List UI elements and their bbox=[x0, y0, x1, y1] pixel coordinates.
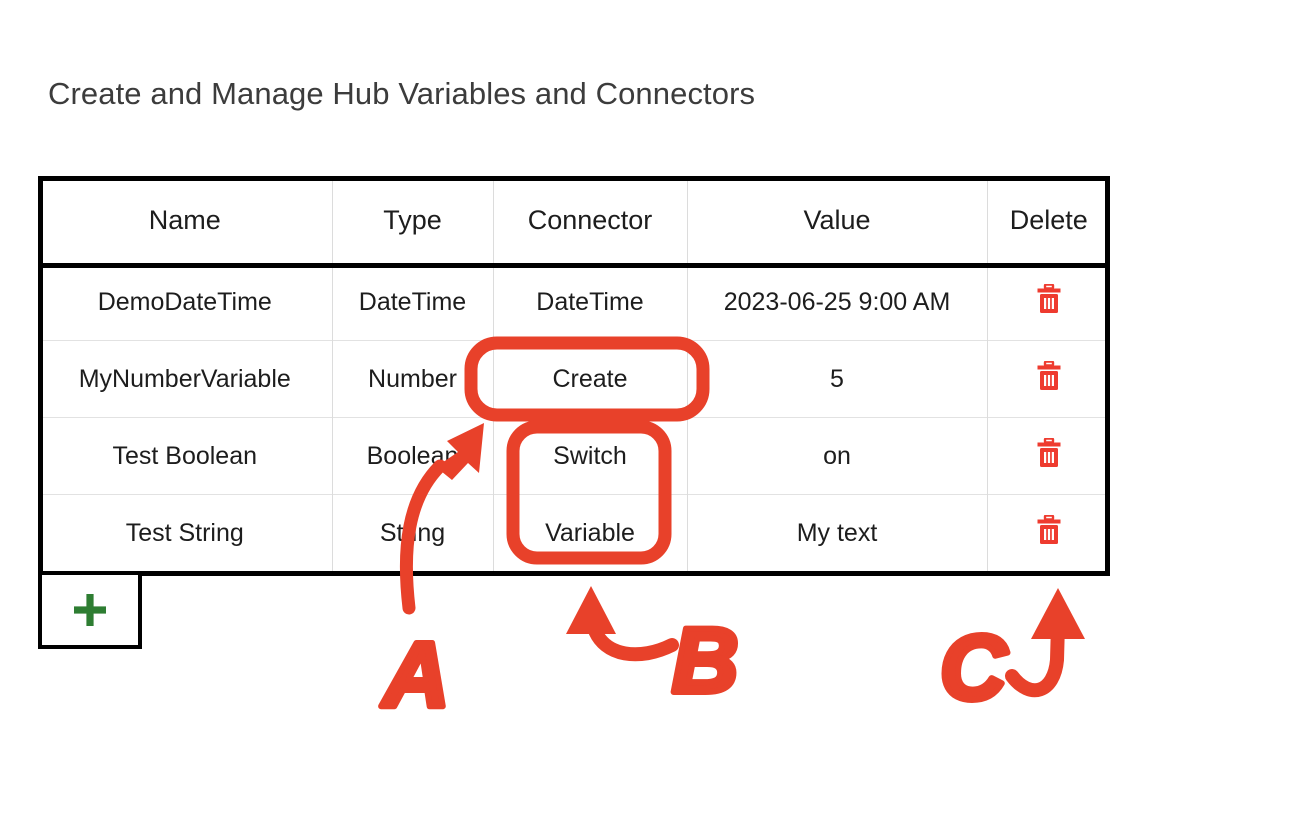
cell-value[interactable]: on bbox=[686, 417, 988, 495]
trash-icon[interactable] bbox=[1036, 513, 1062, 545]
table-header-rule bbox=[38, 263, 1110, 268]
trash-icon[interactable] bbox=[1036, 282, 1062, 314]
cell-type: Number bbox=[331, 340, 494, 418]
column-header-type: Type bbox=[331, 176, 494, 264]
cell-name: Test String bbox=[38, 494, 333, 571]
cell-value[interactable]: 2023-06-25 9:00 AM bbox=[686, 264, 988, 341]
cell-name: Test Boolean bbox=[38, 417, 333, 495]
trash-icon[interactable] bbox=[1036, 359, 1062, 391]
cell-name: DemoDateTime bbox=[38, 264, 333, 341]
cell-delete[interactable] bbox=[986, 417, 1110, 495]
cell-name: MyNumberVariable bbox=[38, 340, 333, 418]
page-title: Create and Manage Hub Variables and Conn… bbox=[48, 76, 756, 111]
cell-connector-create[interactable]: Create bbox=[492, 340, 688, 418]
table-header-row: Name Type Connector Value Delete bbox=[38, 176, 1110, 264]
table-border-right bbox=[1105, 176, 1110, 576]
column-header-value: Value bbox=[686, 176, 988, 264]
column-header-delete: Delete bbox=[986, 176, 1110, 264]
annotation-label-a: A bbox=[381, 624, 449, 726]
annotation-label-b: B bbox=[672, 610, 738, 712]
annotation-arrowhead-b bbox=[566, 586, 616, 634]
annotation-arrowhead-c bbox=[1031, 588, 1085, 639]
table-row: MyNumberVariable Number Create 5 bbox=[38, 340, 1110, 418]
cell-delete[interactable] bbox=[986, 264, 1110, 341]
cell-type: Boolean bbox=[331, 417, 494, 495]
cell-type: String bbox=[331, 494, 494, 571]
add-variable-button[interactable] bbox=[38, 575, 142, 649]
annotation-arrow-b bbox=[587, 621, 679, 662]
cell-value[interactable]: 5 bbox=[686, 340, 988, 418]
table-row: Test String String Variable My text bbox=[38, 494, 1110, 571]
cell-delete[interactable] bbox=[986, 340, 1110, 418]
table-border-left bbox=[38, 176, 43, 576]
cell-connector[interactable]: DateTime bbox=[492, 264, 688, 341]
trash-icon[interactable] bbox=[1036, 436, 1062, 468]
table-border-bottom bbox=[38, 571, 1110, 576]
cell-connector[interactable]: Switch bbox=[492, 417, 688, 495]
column-header-name: Name bbox=[38, 176, 333, 264]
table-row: DemoDateTime DateTime DateTime 2023-06-2… bbox=[38, 264, 1110, 341]
cell-value[interactable]: My text bbox=[686, 494, 988, 571]
table-row: Test Boolean Boolean Switch on bbox=[38, 417, 1110, 495]
table-border-top bbox=[38, 176, 1110, 181]
annotation-label-c: C bbox=[940, 617, 1008, 719]
cell-type: DateTime bbox=[331, 264, 494, 341]
cell-delete[interactable] bbox=[986, 494, 1110, 571]
column-header-connector: Connector bbox=[492, 176, 688, 264]
plus-icon bbox=[73, 593, 107, 627]
annotation-arrow-c bbox=[1005, 617, 1065, 698]
variables-table: Name Type Connector Value Delete DemoDat… bbox=[38, 176, 1110, 571]
cell-connector[interactable]: Variable bbox=[492, 494, 688, 571]
